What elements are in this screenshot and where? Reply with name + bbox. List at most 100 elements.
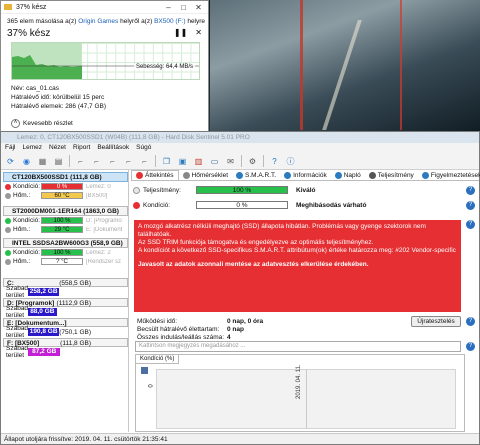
uptime-label: Működési idő: [137,318,178,325]
minimize-button[interactable]: – [162,3,175,12]
tab-overview[interactable]: Áttekintés [131,170,179,180]
refresh-icon[interactable]: ⟳ [4,155,17,168]
gun-icon[interactable]: ⌐ [138,155,151,168]
help-icon[interactable]: ? [466,317,475,326]
save-chart-icon[interactable] [141,367,148,374]
toolbar-separator [241,155,242,167]
volume-size: (750,1 GB) [59,329,91,336]
help-icon[interactable]: ? [466,185,475,195]
lifetime-label: Becsült hátralévő élettartam: [137,326,220,333]
performance-status: Kiváló [296,186,316,194]
disk-health-value: 0 % [41,183,83,190]
gun-icon[interactable]: ⌐ [122,155,135,168]
maximize-button[interactable]: □ [177,3,190,12]
volume-item[interactable]: F: [BX500] (111,8 GB) Szabad terület 87,2… [3,338,128,359]
tab-performance[interactable]: Teljesítmény [365,170,418,180]
x-tick-label: 2019. 04. 11. [296,364,302,399]
copy-source-link[interactable]: Origin Games [78,18,118,25]
tab-label: Teljesítmény [377,171,414,179]
copy-dialog-title: 37% kész [16,3,47,11]
disk-icon[interactable]: ◉ [20,155,33,168]
disk-extra: D: [Programo [86,217,122,224]
chart-icon[interactable]: ▥ [192,155,205,168]
log-icon [334,171,342,179]
tab-temperature[interactable]: Hőmérséklet [179,170,232,180]
app-titlebar[interactable]: Lemez: 0, CT120BX500SSD1 (W04B) (111,8 G… [1,132,479,143]
disk-temp-label: Hőm.: [13,258,31,265]
tab-label: Információk [293,171,327,179]
tab-smart[interactable]: S.M.A.R.T. [232,170,280,180]
help-icon[interactable]: ? [268,155,281,168]
close-button[interactable]: ✕ [192,3,205,12]
tab-alerts[interactable]: Figyelmeztetések [418,170,480,180]
volume-item[interactable]: E: [Dokumentum...] (750,1 GB) Szabad ter… [3,318,128,339]
menu-disk[interactable]: Lemez [22,143,42,153]
status-bar: Állapot utoljára frissítve: 2019. 04. 11… [1,433,479,444]
tab-label: Áttekintés [145,172,174,179]
toolbar-separator [155,155,156,167]
gun-icon[interactable]: ⌐ [106,155,119,168]
retest-button[interactable]: Újratesztelés [411,316,461,327]
startstop-value: 4 [227,334,231,341]
volume-item[interactable]: D: [Programok] (1112,9 GB) Szabad terüle… [3,298,128,319]
copy-speed-graph-svg [12,43,199,79]
disk-temp-value: 60 °C [41,192,83,199]
mail-icon[interactable]: ✉ [224,155,237,168]
health-icon [5,217,11,224]
info-icon [284,171,292,179]
disk-extra: Lemez: 2 [86,249,111,256]
monitor-icon[interactable]: ▭ [208,155,221,168]
tab-log[interactable]: Napló [331,170,365,180]
help-icon[interactable]: ? [466,200,475,210]
performance-icon [133,186,140,194]
copy-progress-dialog: 37% kész – □ ✕ 365 elem másolása a(z) Or… [0,0,209,135]
disk-health-value: 100 % [41,217,83,224]
help-icon[interactable]: ? [466,342,475,351]
temperature-icon [5,192,11,199]
tab-information[interactable]: Információk [280,170,331,180]
overview-icon [136,172,143,179]
gun-icon[interactable]: ⌐ [90,155,103,168]
copy-icon[interactable]: ❐ [160,155,173,168]
document-icon[interactable]: ▣ [176,155,189,168]
toolbar-separator [69,155,70,167]
pause-icon[interactable]: ❚❚ [174,28,187,39]
report-icon[interactable]: ▤ [52,155,65,168]
copy-dest-link[interactable]: BX500 (F:) [154,18,185,25]
disk-item[interactable]: CT120BX500SSD1 (111,8 GB) Kondíció: 0 % … [3,172,128,200]
close-icon[interactable]: ✕ [195,28,202,39]
menu-help[interactable]: Súgó [136,143,151,153]
health-row: Kondíció: 0 % Meghibásodás várható ? [131,199,479,211]
help-icon[interactable]: ? [466,220,475,229]
copy-info: Név: cas_01.cas Hátralévő idő: körülbelü… [11,84,106,111]
menu-settings[interactable]: Beállítások [97,143,129,153]
toolbar-separator [263,155,264,167]
disk-item[interactable]: ST2000DM001-1ER164 (1863,0 GB) Kondíció:… [3,206,128,234]
performance-row: Teljesítmény: 100 % Kiváló ? [131,184,479,196]
disk-item[interactable]: INTEL SSDSA2BW600G3 (558,9 GB) Kondíció:… [3,238,128,266]
disk-extra: [Rendszer sz [86,258,122,265]
details-tabs: Áttekintés Hőmérséklet S.M.A.R.T. Inform… [131,170,480,181]
volume-item[interactable]: C: (558,5 GB) Szabad terület 258,2 GB [3,278,128,299]
health-status: Meghibásodás várható [296,201,367,209]
disk-temp-label: Hőm.: [13,226,31,233]
gun-icon[interactable]: ⌐ [74,155,87,168]
settings-icon[interactable]: ⚙ [246,155,259,168]
performance-bar: 100 % [196,186,288,194]
surface-test-icon[interactable]: ▦ [36,155,49,168]
disk-health-value: 100 % [41,249,83,256]
less-details-button[interactable]: ˄ Kevesebb részlet [11,119,73,128]
volume-free-bar: 88,0 GB [28,307,57,316]
health-chart: Kondíció (%) 0 2019. 04. 11. [135,354,465,432]
copy-remaining-items: Hátralévő elemek: 286 (47,7 GB) [11,103,107,110]
menu-report[interactable]: Riport [73,143,90,153]
health-icon [5,183,11,190]
info-icon[interactable]: ⓘ [284,155,297,168]
menu-view[interactable]: Nézet [49,143,66,153]
menu-file[interactable]: Fájl [5,143,15,153]
copy-dialog-titlebar[interactable]: 37% kész – □ ✕ [1,1,208,14]
health-icon [5,249,11,256]
chart-tab[interactable]: Kondíció (%) [136,355,180,364]
comment-field[interactable]: Kattintson megjegyzés megadásához ... [135,341,461,352]
copy-source-mid: helyről a(z) [120,18,153,25]
